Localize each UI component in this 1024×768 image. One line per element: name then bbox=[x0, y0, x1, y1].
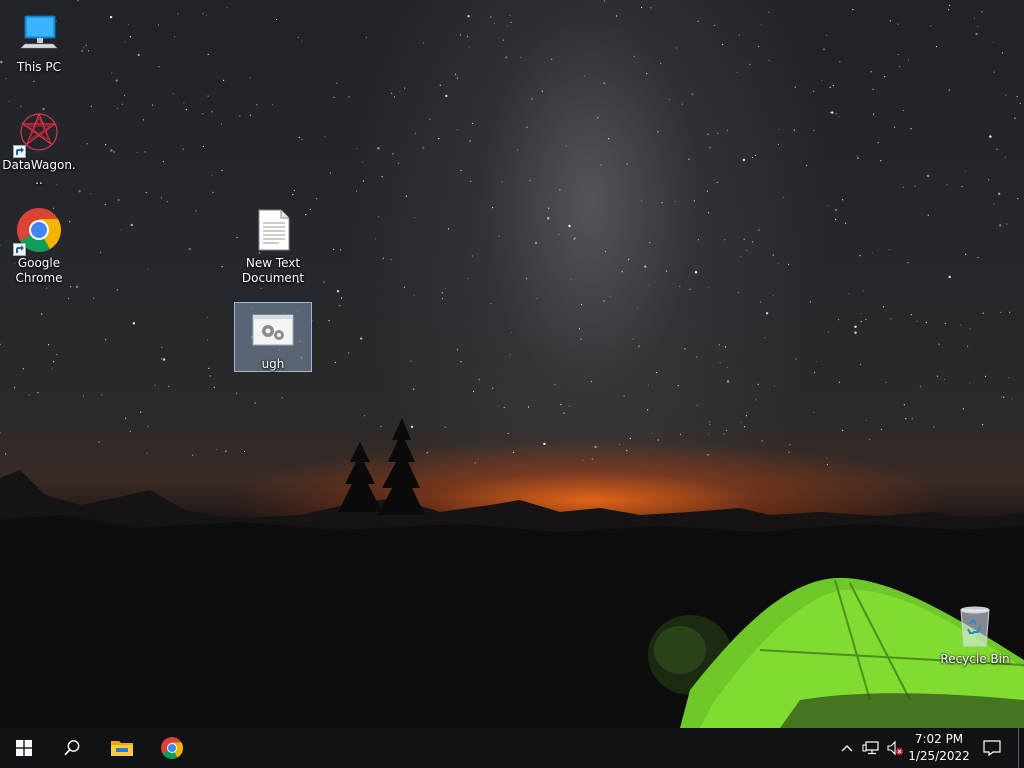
show-hidden-icons-button[interactable] bbox=[836, 728, 858, 768]
windows-logo-icon bbox=[16, 740, 32, 756]
notification-icon bbox=[983, 740, 1001, 756]
desktop-icon-label: DataWagon... bbox=[2, 158, 76, 187]
taskbar: 7:02 PM 1/25/2022 bbox=[0, 728, 1024, 768]
desktop-icon-label: Recycle Bin bbox=[940, 652, 1010, 666]
desktop-icon-recycle-bin[interactable]: Recycle Bin bbox=[937, 598, 1013, 667]
clock-time: 7:02 PM bbox=[914, 732, 964, 746]
desktop-icon-ugh[interactable]: ugh bbox=[234, 302, 312, 372]
chrome-taskbar-button[interactable] bbox=[148, 728, 196, 768]
show-desktop-button[interactable] bbox=[1018, 728, 1019, 768]
clock-date: 1/25/2022 bbox=[908, 749, 970, 763]
folder-icon bbox=[111, 741, 133, 756]
computer-icon bbox=[15, 10, 63, 58]
start-button[interactable] bbox=[0, 728, 48, 768]
shortcut-arrow-icon bbox=[13, 145, 26, 158]
clock[interactable]: 7:02 PM 1/25/2022 bbox=[898, 731, 980, 765]
search-button[interactable] bbox=[48, 728, 96, 768]
desktop-icon-label: This PC bbox=[17, 60, 61, 74]
desktop[interactable]: This PC DataWagon... Google Chrome New T… bbox=[0, 0, 1024, 728]
desktop-icon-label: New Text Document bbox=[241, 256, 305, 285]
desktop-icon-label: ugh bbox=[261, 357, 285, 371]
file-explorer-button[interactable] bbox=[98, 728, 146, 768]
action-center-button[interactable] bbox=[978, 728, 1006, 768]
gears-application-icon bbox=[249, 307, 297, 355]
network-button[interactable] bbox=[859, 728, 883, 768]
desktop-icon-label: Google Chrome bbox=[15, 256, 63, 285]
desktop-icon-new-text-document[interactable]: New Text Document bbox=[235, 202, 311, 286]
search-icon bbox=[64, 740, 80, 756]
recycle-bin-icon bbox=[951, 602, 999, 650]
network-icon bbox=[862, 741, 879, 755]
desktop-icon-this-pc[interactable]: This PC bbox=[1, 6, 77, 75]
datawagon-icon bbox=[13, 108, 63, 158]
desktop-icon-datawagon[interactable]: DataWagon... bbox=[1, 104, 77, 188]
wallpaper-landscape bbox=[0, 418, 1024, 728]
desktop-icon-google-chrome[interactable]: Google Chrome bbox=[1, 202, 77, 286]
shortcut-arrow-icon bbox=[13, 243, 26, 256]
text-document-icon bbox=[249, 206, 297, 254]
chevron-up-icon bbox=[841, 745, 853, 752]
chrome-icon bbox=[161, 737, 183, 759]
chrome-icon bbox=[13, 206, 63, 256]
